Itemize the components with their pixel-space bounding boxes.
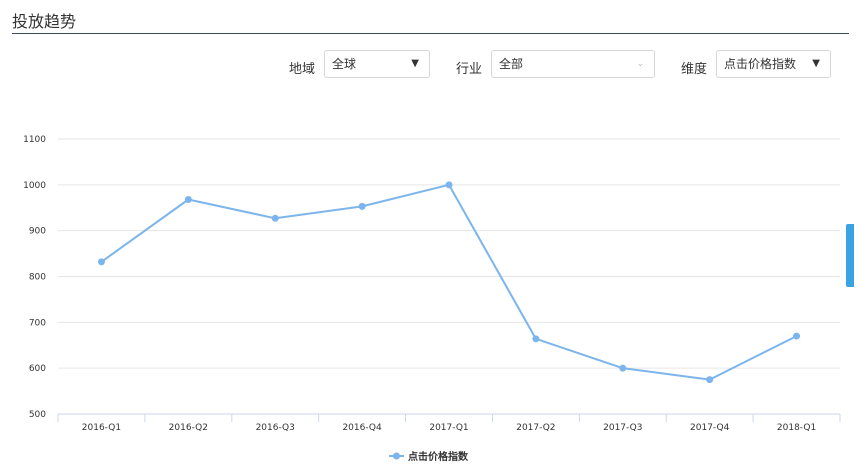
region-select-value: 全球 [332, 57, 357, 71]
legend-marker [393, 452, 400, 460]
chevron-down-icon: ⌄ [636, 59, 644, 69]
x-tick-label: 2017-Q4 [690, 423, 730, 433]
industry-filter-label: 行业 [456, 62, 483, 77]
data-point [184, 196, 192, 203]
industry-select-value: 全部 [499, 57, 524, 71]
legend-label: 点击价格指数 [408, 450, 469, 463]
y-tick-label: 500 [29, 410, 46, 420]
y-tick-label: 800 [29, 273, 46, 283]
dimension-select-value: 点击价格指数 [724, 57, 797, 71]
data-point [97, 258, 105, 266]
data-point [445, 181, 453, 189]
data-point [793, 332, 801, 340]
title-divider [12, 33, 849, 34]
data-point [532, 335, 540, 343]
data-point [619, 364, 627, 372]
series-line [100, 183, 798, 381]
chevron-down-icon: ▼ [812, 58, 820, 69]
side-scroll-tab[interactable] [846, 224, 854, 287]
x-tick-label: 2018-Q1 [777, 423, 816, 433]
y-tick-label: 1100 [23, 135, 46, 145]
data-point [706, 376, 714, 384]
x-tick-label: 2017-Q1 [429, 423, 468, 433]
y-tick-label: 600 [29, 364, 46, 374]
y-tick-label: 700 [29, 318, 46, 328]
dimension-filter-label: 维度 [681, 62, 708, 77]
x-tick-label: 2017-Q2 [516, 423, 555, 433]
x-tick-label: 2016-Q2 [169, 423, 208, 433]
y-tick-label: 900 [29, 227, 46, 237]
x-tick-label: 2017-Q3 [603, 423, 642, 433]
region-filter-label: 地域 [289, 62, 316, 77]
industry-select[interactable]: 全部 ⌄ [491, 50, 655, 78]
region-select[interactable]: 全球 ▼ [324, 50, 430, 78]
y-tick-label: 1000 [23, 181, 46, 191]
x-tick-label: 2016-Q3 [256, 423, 295, 433]
dimension-select[interactable]: 点击价格指数 ▼ [716, 50, 831, 78]
x-tick-label: 2016-Q4 [342, 423, 382, 433]
page-title: 投放趋势 [12, 12, 77, 31]
line-chart: 500 600 700 800 900 1000 1100 2016-Q1 2016-Q2 201… [23, 135, 841, 463]
x-tick-label: 2016-Q1 [82, 423, 121, 433]
data-point [271, 214, 279, 222]
data-point [358, 202, 366, 210]
chevron-down-icon: ▼ [411, 58, 419, 69]
